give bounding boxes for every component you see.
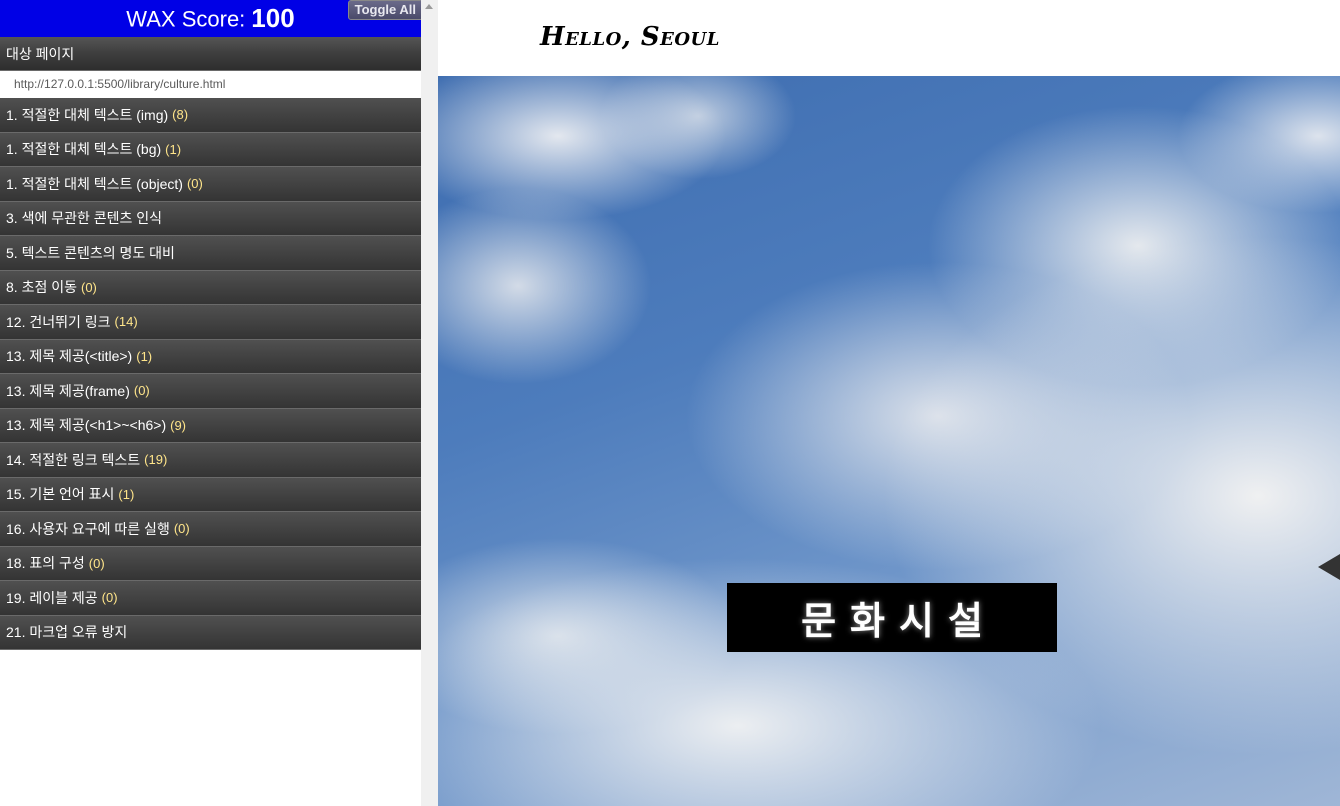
hero-title-box: 문화시설: [727, 583, 1057, 652]
toggle-all-button[interactable]: Toggle All: [347, 0, 421, 20]
site-header: Hello, Seoul: [438, 0, 1340, 76]
check-item-count: (9): [170, 417, 186, 433]
check-item-count: (0): [101, 590, 118, 606]
check-item-label: 1. 적절한 대체 텍스트 (img): [6, 106, 169, 123]
check-item-count: (0): [80, 279, 97, 295]
check-item-title-frame[interactable]: 13. 제목 제공(frame) (0): [0, 374, 421, 409]
panel-scrollbar[interactable]: [421, 0, 438, 806]
check-item-label: 14. 적절한 링크 텍스트: [6, 451, 141, 468]
check-item-label: 5. 텍스트 콘텐츠의 명도 대비: [6, 244, 175, 261]
wax-score-label: WAX Score:: [126, 6, 246, 32]
check-item-count: (1): [165, 141, 182, 157]
check-item-label: 13. 제목 제공(<title>): [6, 348, 133, 365]
check-item-count: (0): [88, 555, 105, 571]
check-item-title-headings[interactable]: 13. 제목 제공(<h1>~<h6>) (9): [0, 408, 421, 443]
slide-next-arrow-icon[interactable]: [1318, 554, 1340, 580]
check-item-focus[interactable]: 8. 초점 이동 (0): [0, 270, 421, 305]
check-item-count: (0): [173, 521, 190, 537]
wax-score-header: WAX Score: 100 Toggle All: [0, 0, 421, 37]
wax-panel: WAX Score: 100 Toggle All 대상 페이지 http://1…: [0, 0, 421, 806]
check-item-count: (1): [136, 348, 153, 364]
check-item-language[interactable]: 15. 기본 언어 표시 (1): [0, 477, 421, 512]
check-item-count: (0): [186, 176, 203, 192]
check-item-label-provide[interactable]: 19. 레이블 제공 (0): [0, 581, 421, 616]
check-item-label: 1. 적절한 대체 텍스트 (bg): [6, 141, 162, 158]
target-page-heading[interactable]: 대상 페이지: [0, 37, 421, 71]
check-item-link-text[interactable]: 14. 적절한 링크 텍스트 (19): [0, 443, 421, 478]
page-frame: Hello, Seoul 문화시설: [438, 0, 1340, 806]
check-item-label: 12. 건너뛰기 링크: [6, 313, 111, 330]
hero-title: 문화시설: [801, 598, 997, 643]
check-item-count: (8): [172, 107, 189, 123]
check-item-user-request[interactable]: 16. 사용자 요구에 따른 실행 (0): [0, 512, 421, 547]
check-item-label: 1. 적절한 대체 텍스트 (object): [6, 175, 183, 192]
check-item-count: (19): [144, 452, 168, 468]
check-item-count: (14): [114, 314, 138, 330]
check-item-markup-errors[interactable]: 21. 마크업 오류 방지: [0, 615, 421, 650]
check-item-label: 8. 초점 이동: [6, 279, 77, 296]
check-item-title-tag[interactable]: 13. 제목 제공(<title>) (1): [0, 339, 421, 374]
check-item-count: (0): [133, 383, 150, 399]
check-item-label: 21. 마크업 오류 방지: [6, 624, 128, 641]
check-item-label: 13. 제목 제공(<h1>~<h6>): [6, 417, 167, 434]
check-item-table[interactable]: 18. 표의 구성 (0): [0, 546, 421, 581]
check-item-label: 3. 색에 무관한 콘텐츠 인식: [6, 210, 163, 227]
check-item-alt-bg[interactable]: 1. 적절한 대체 텍스트 (bg) (1): [0, 132, 421, 167]
check-item-count: (1): [118, 486, 135, 502]
check-item-label: 18. 표의 구성: [6, 555, 85, 572]
check-item-alt-object[interactable]: 1. 적절한 대체 텍스트 (object) (0): [0, 167, 421, 202]
check-item-color[interactable]: 3. 색에 무관한 콘텐츠 인식: [0, 201, 421, 236]
scroll-up-arrow-icon[interactable]: [425, 4, 433, 9]
check-item-label: 16. 사용자 요구에 따른 실행: [6, 520, 170, 537]
site-logo-link[interactable]: Hello, Seoul: [540, 22, 720, 52]
target-url: http://127.0.0.1:5500/library/culture.ht…: [0, 71, 421, 98]
check-item-alt-img[interactable]: 1. 적절한 대체 텍스트 (img) (8): [0, 98, 421, 133]
check-item-contrast[interactable]: 5. 텍스트 콘텐츠의 명도 대비: [0, 236, 421, 271]
check-item-label: 15. 기본 언어 표시: [6, 486, 115, 503]
check-item-label: 13. 제목 제공(frame): [6, 382, 130, 399]
check-item-label: 19. 레이블 제공: [6, 589, 98, 606]
hero-sky-image: 문화시설: [438, 76, 1340, 806]
check-item-skip-link[interactable]: 12. 건너뛰기 링크 (14): [0, 305, 421, 340]
wax-score-value: 100: [251, 3, 295, 34]
